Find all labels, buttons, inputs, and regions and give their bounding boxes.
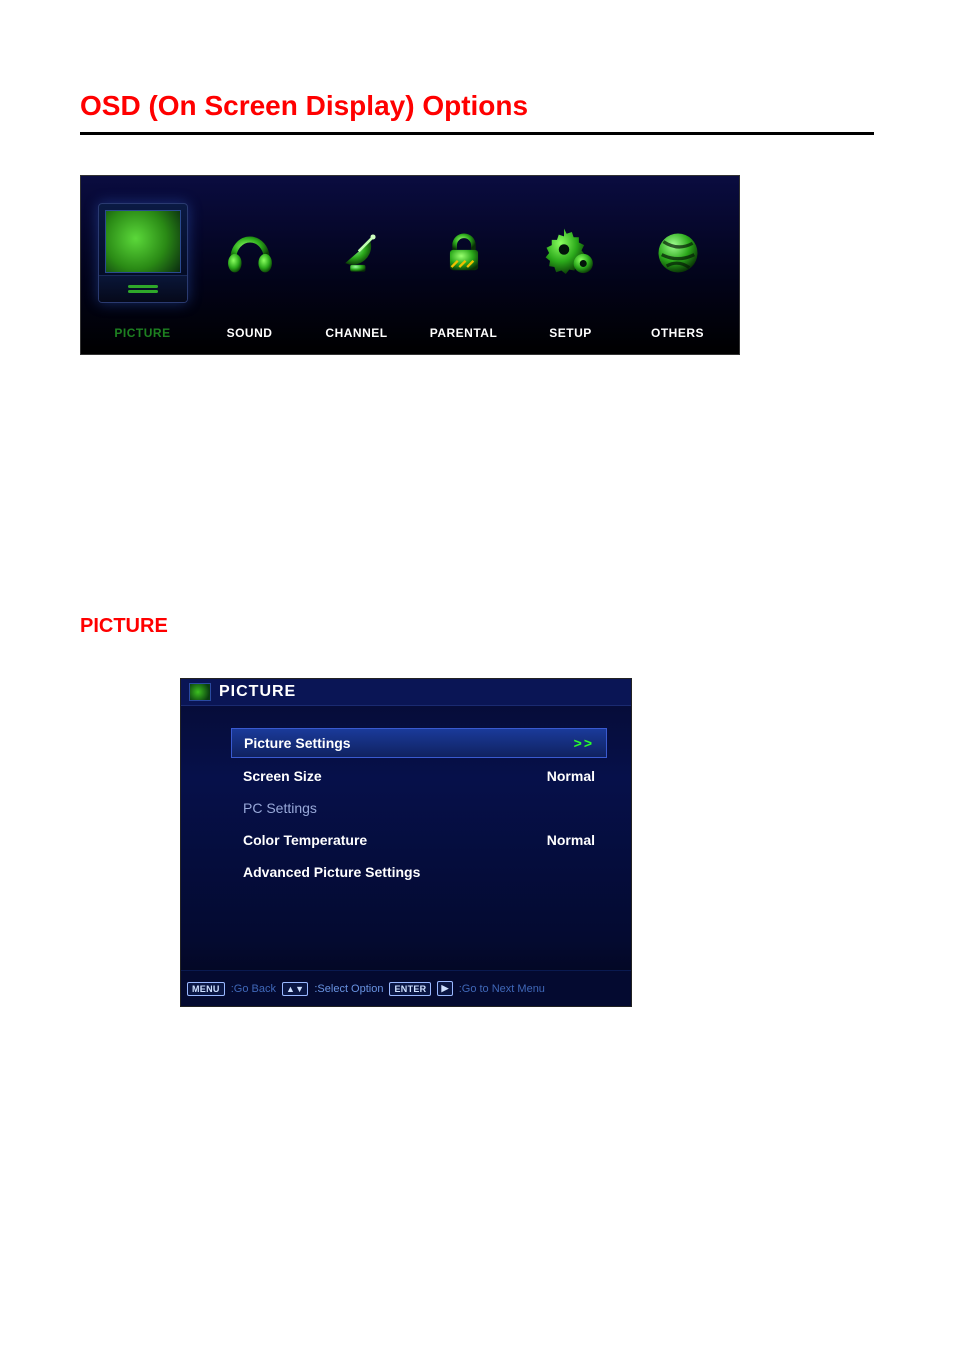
tab-channel[interactable]: CHANNEL	[303, 190, 410, 340]
section-title: PICTURE	[80, 615, 874, 638]
row-screen-size[interactable]: Screen Size Normal	[231, 762, 607, 790]
satellite-dish-icon	[330, 190, 384, 316]
row-advanced-picture-settings[interactable]: Advanced Picture Settings	[231, 858, 607, 886]
row-label: Advanced Picture Settings	[243, 864, 420, 880]
right-hint: :Go to Next Menu	[459, 983, 545, 995]
tab-parental[interactable]: PARENTAL	[410, 190, 517, 340]
updown-keycap: ▲▼	[282, 982, 308, 996]
menu-keycap: MENU	[187, 982, 225, 996]
menu-hint: :Go Back	[231, 983, 276, 995]
picture-icon	[98, 190, 188, 316]
osd-tab-strip: PICTURE SOUND	[80, 175, 740, 355]
tab-label: SOUND	[227, 326, 273, 340]
title-rule	[80, 132, 874, 135]
tab-label: PICTURE	[114, 326, 170, 340]
row-value: Normal	[547, 832, 595, 848]
submenu-title: PICTURE	[219, 683, 296, 701]
row-picture-settings[interactable]: Picture Settings >>	[231, 728, 607, 758]
tab-label: SETUP	[549, 326, 592, 340]
submenu-footer: MENU :Go Back ▲▼ :Select Option ENTER ▶ …	[181, 970, 631, 1006]
right-keycap: ▶	[437, 981, 452, 996]
row-color-temperature[interactable]: Color Temperature Normal	[231, 826, 607, 854]
tab-setup[interactable]: SETUP	[517, 190, 624, 340]
picture-thumb-icon	[189, 683, 211, 701]
lock-icon	[439, 190, 489, 316]
tab-picture[interactable]: PICTURE	[89, 190, 196, 340]
row-pc-settings[interactable]: PC Settings	[231, 794, 607, 822]
row-value: >>	[574, 735, 594, 751]
row-label: Screen Size	[243, 768, 322, 784]
row-label: Color Temperature	[243, 832, 367, 848]
gear-icon	[543, 190, 599, 316]
updown-hint: :Select Option	[314, 983, 383, 995]
tab-sound[interactable]: SOUND	[196, 190, 303, 340]
tab-others[interactable]: OTHERS	[624, 190, 731, 340]
row-label: Picture Settings	[244, 735, 351, 751]
tab-label: OTHERS	[651, 326, 704, 340]
row-label: PC Settings	[243, 800, 317, 816]
submenu-header: PICTURE	[181, 679, 631, 706]
headphones-icon	[223, 190, 277, 316]
page-title: OSD (On Screen Display) Options	[80, 90, 874, 122]
picture-submenu: PICTURE Picture Settings >> Screen Size …	[180, 678, 632, 1007]
tab-label: PARENTAL	[430, 326, 498, 340]
globe-icon	[652, 190, 704, 316]
submenu-rows: Picture Settings >> Screen Size Normal P…	[181, 706, 631, 970]
enter-keycap: ENTER	[389, 982, 431, 996]
tab-label: CHANNEL	[325, 326, 387, 340]
row-value: Normal	[547, 768, 595, 784]
